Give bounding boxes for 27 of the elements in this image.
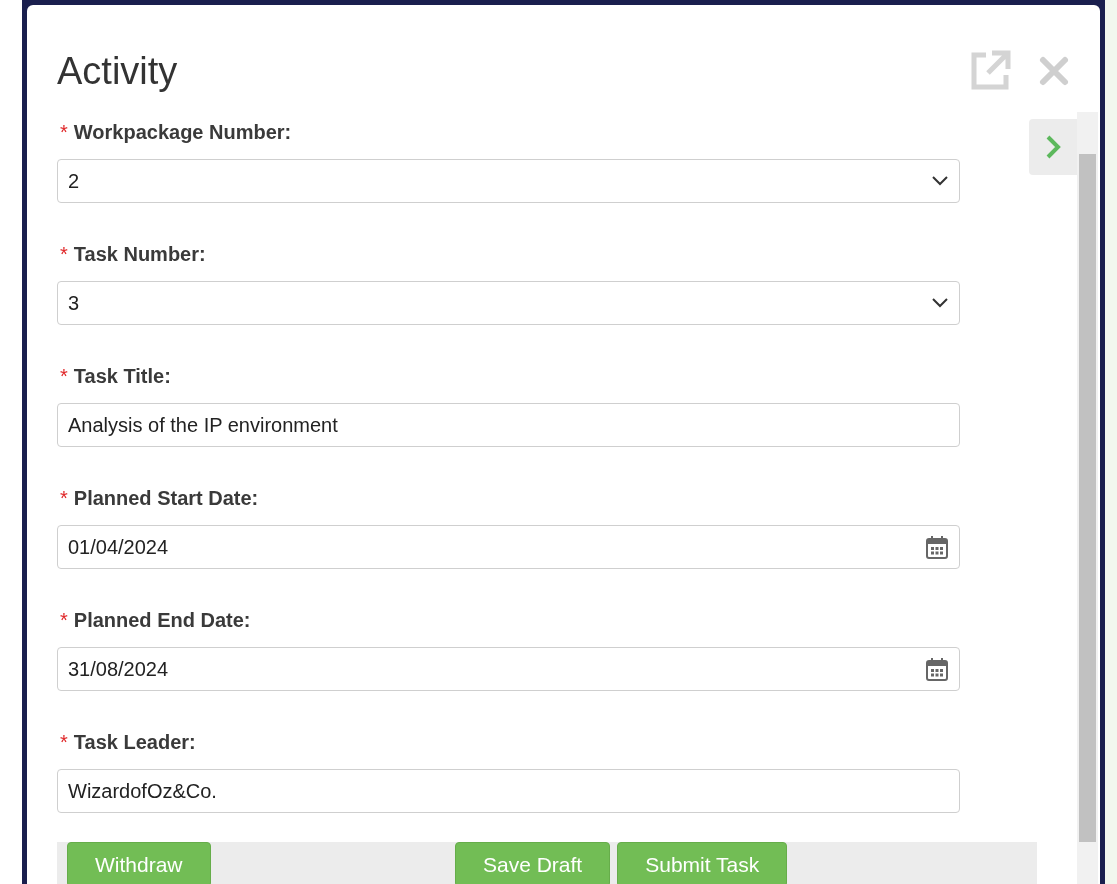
required-mark: * bbox=[60, 366, 68, 386]
chevron-down-icon bbox=[932, 298, 948, 308]
calendar-icon[interactable] bbox=[926, 657, 948, 681]
calendar-icon[interactable] bbox=[926, 535, 948, 559]
date-field[interactable]: 31/08/2024 bbox=[57, 647, 960, 691]
dialog-title: Activity bbox=[57, 49, 179, 93]
field-label: Planned End Date: bbox=[73, 608, 251, 632]
required-mark: * bbox=[60, 732, 68, 752]
dropdown-field[interactable]: 2 bbox=[57, 159, 960, 203]
required-mark: * bbox=[60, 122, 68, 142]
chevron-down-icon bbox=[932, 176, 948, 186]
required-mark: * bbox=[60, 244, 68, 264]
field-label: Task Leader: bbox=[73, 730, 196, 754]
field-label: Task Title: bbox=[73, 364, 171, 388]
chevron-right-icon bbox=[1045, 134, 1061, 160]
field-label: Workpackage Number: bbox=[73, 120, 292, 144]
dropdown-field[interactable]: 3 bbox=[57, 281, 960, 325]
field-label: Task Number: bbox=[73, 242, 206, 266]
required-mark: * bbox=[60, 488, 68, 508]
date-field[interactable]: 01/04/2024 bbox=[57, 525, 960, 569]
text-field[interactable]: Analysis of the IP environment bbox=[57, 403, 960, 447]
close-icon[interactable] bbox=[1038, 55, 1070, 87]
expand-panel-button[interactable] bbox=[1029, 119, 1077, 175]
text-field[interactable]: WizardofOz&Co. bbox=[57, 769, 960, 813]
required-mark: * bbox=[60, 610, 68, 630]
scrollbar[interactable] bbox=[1077, 112, 1098, 884]
field-label: Planned Start Date: bbox=[73, 486, 259, 510]
